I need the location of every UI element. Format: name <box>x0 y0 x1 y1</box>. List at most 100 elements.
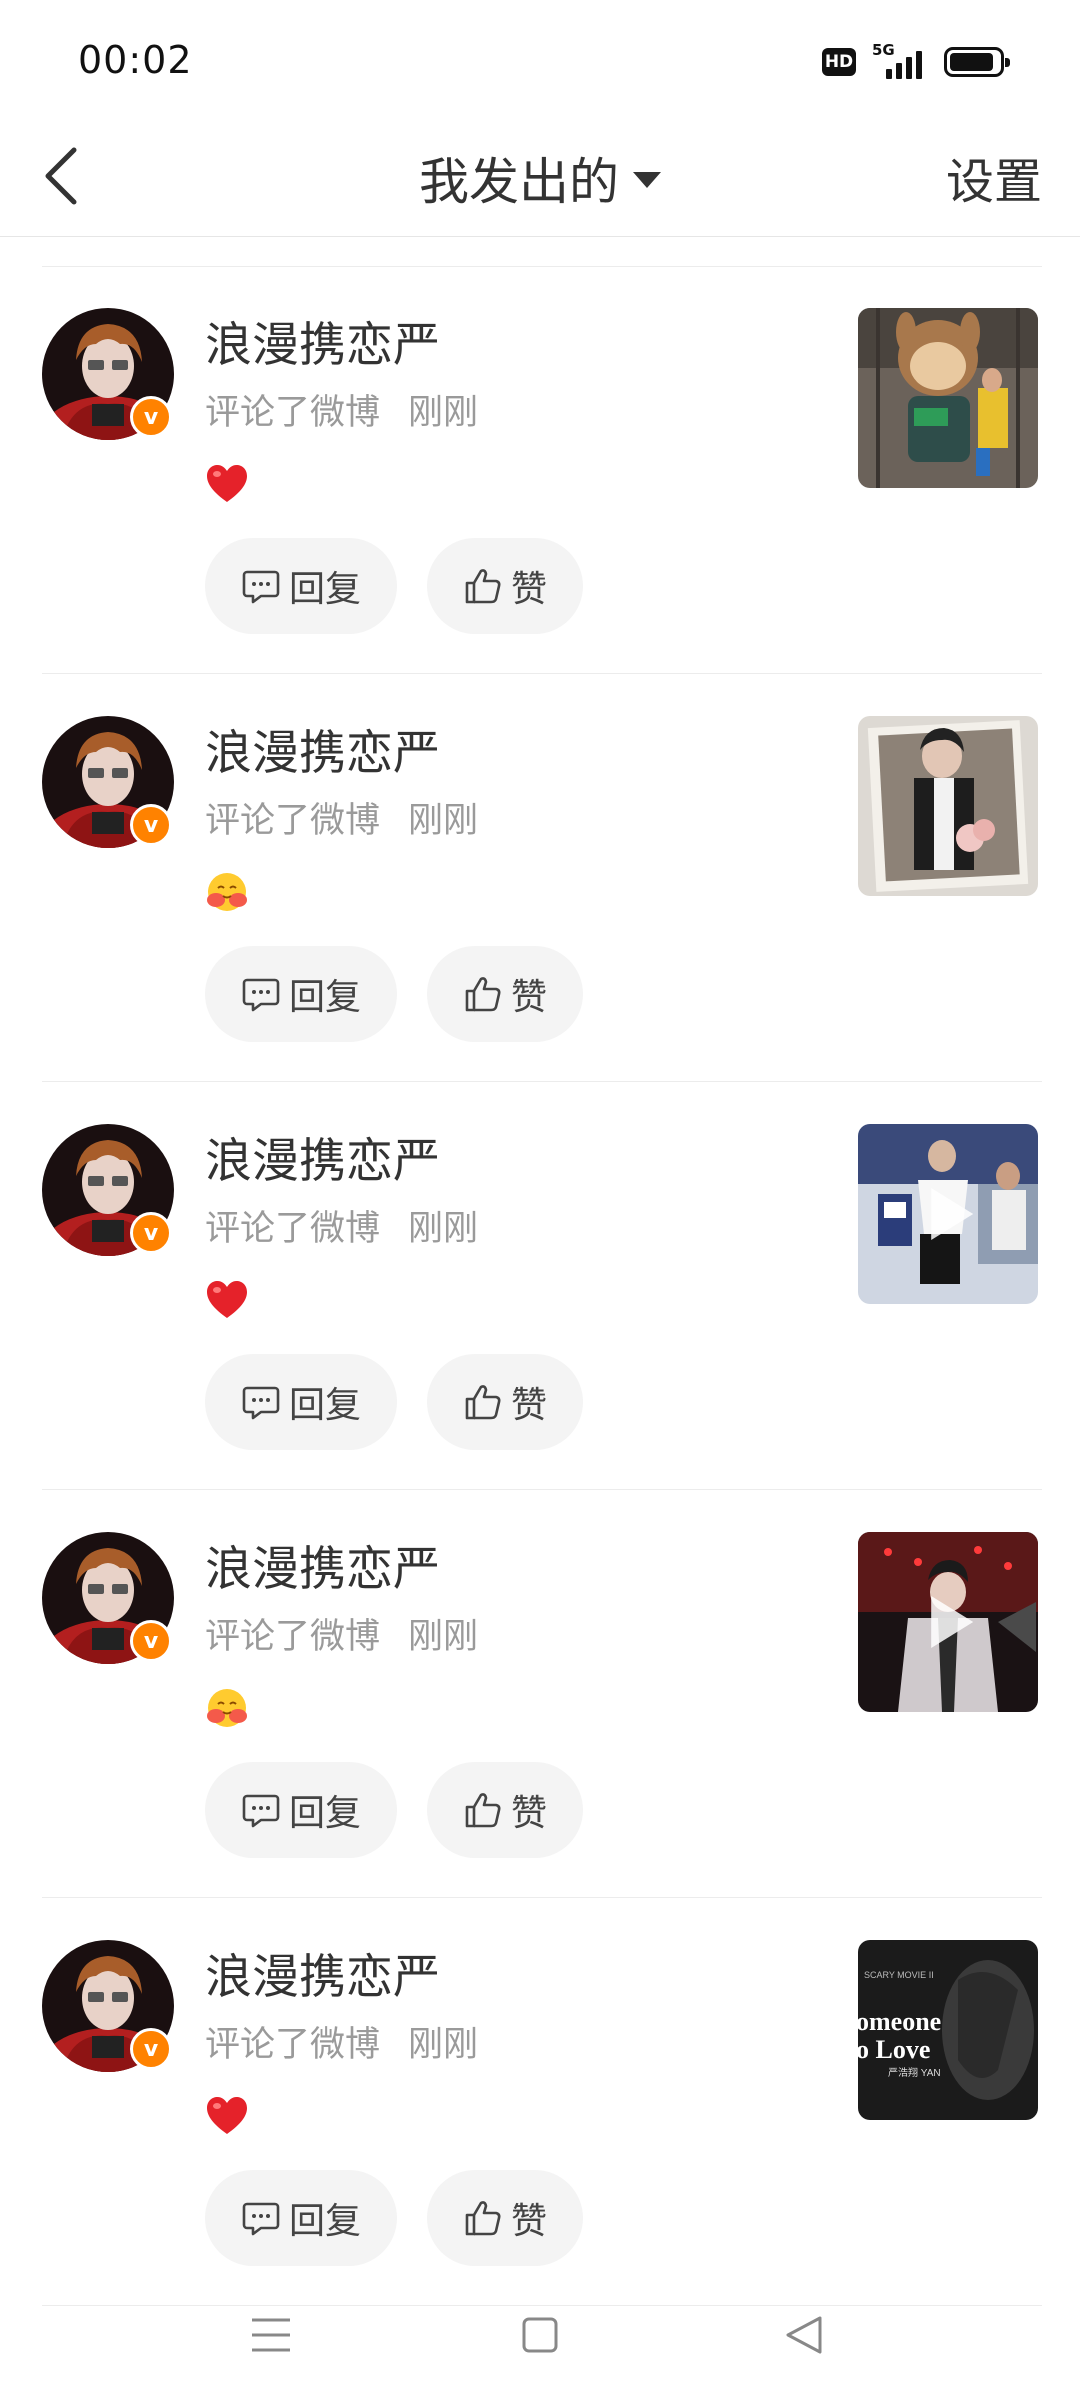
comment-bubble-icon <box>241 1382 281 1422</box>
reply-label: 回复 <box>289 977 362 1018</box>
comment-meta: 评论了微博 刚刚 <box>205 1200 478 1251</box>
username[interactable]: 浪漫携恋严 <box>205 306 440 375</box>
like-label: 赞 <box>510 1385 547 1426</box>
home-square-icon <box>522 2317 558 2353</box>
status-bar: 00:02 HD 5G <box>0 0 1080 120</box>
poster-line1: omeone <box>858 2007 941 2036</box>
like-button[interactable]: 赞 <box>427 2170 583 2266</box>
timestamp: 刚刚 <box>408 1617 479 1657</box>
verified-badge-icon: v <box>130 1620 172 1662</box>
thumbs-up-icon <box>463 2198 503 2238</box>
system-nav-bar <box>0 2270 1080 2400</box>
poster-small-text: SCARY MOVIE II <box>864 1970 934 1980</box>
hug-emoji <box>205 1686 249 1730</box>
avatar-button[interactable]: v <box>42 716 174 848</box>
like-label: 赞 <box>510 1793 547 1834</box>
caret-down-icon <box>633 172 661 188</box>
username[interactable]: 浪漫携恋严 <box>205 1938 440 2007</box>
reply-button[interactable]: 回复 <box>205 2170 397 2266</box>
status-icons: HD 5G <box>822 41 1010 82</box>
menu-nav-button[interactable] <box>246 2310 296 2360</box>
list-item[interactable]: v 浪漫携恋严 评论了微博 刚刚 回复 赞 <box>0 1490 1080 1898</box>
like-button[interactable]: 赞 <box>427 1354 583 1450</box>
action-text: 评论了微博 <box>205 1209 381 1249</box>
reply-label: 回复 <box>289 1385 362 1426</box>
like-label: 赞 <box>510 977 547 1018</box>
comment-bubble-icon <box>241 1790 281 1830</box>
verified-badge-icon: v <box>130 804 172 846</box>
battery-icon <box>944 47 1010 77</box>
like-label: 赞 <box>510 2201 547 2242</box>
back-nav-button[interactable] <box>780 2310 830 2360</box>
action-row: 回复 赞 <box>205 1762 583 1858</box>
action-row: 回复 赞 <box>205 2170 583 2266</box>
comment-meta: 评论了微博 刚刚 <box>205 384 478 435</box>
reply-button[interactable]: 回复 <box>205 538 397 634</box>
list-item[interactable]: v 浪漫携恋严 评论了微博 刚刚 回复 赞 <box>0 266 1080 674</box>
comment-bubble-icon <box>241 974 281 1014</box>
menu-icon <box>252 2318 290 2352</box>
avatar-button[interactable]: v <box>42 1940 174 2072</box>
username[interactable]: 浪漫携恋严 <box>205 1122 440 1191</box>
play-icon <box>931 1596 974 1648</box>
heart-emoji <box>205 1278 249 1322</box>
verified-badge-icon: v <box>130 396 172 438</box>
thumbs-up-icon <box>463 1382 503 1422</box>
hd-icon: HD <box>822 48 856 76</box>
poster-credit: 严浩翔 YAN <box>888 2066 941 2079</box>
reply-label: 回复 <box>289 1793 362 1834</box>
post-thumbnail[interactable] <box>858 1124 1038 1304</box>
action-text: 评论了微博 <box>205 801 381 841</box>
avatar-button[interactable]: v <box>42 308 174 440</box>
username[interactable]: 浪漫携恋严 <box>205 714 440 783</box>
home-nav-button[interactable] <box>515 2310 565 2360</box>
like-label: 赞 <box>510 569 547 610</box>
avatar-button[interactable]: v <box>42 1532 174 1664</box>
reply-button[interactable]: 回复 <box>205 1354 397 1450</box>
comment-bubble-icon <box>241 2198 281 2238</box>
thumbs-up-icon <box>463 974 503 1014</box>
battery-fill <box>950 53 993 71</box>
action-row: 回复 赞 <box>205 1354 583 1450</box>
nav-header: 我发出的 设置 <box>0 120 1080 237</box>
like-button[interactable]: 赞 <box>427 946 583 1042</box>
signal-icon: 5G <box>870 41 930 79</box>
action-row: 回复 赞 <box>205 946 583 1042</box>
timestamp: 刚刚 <box>408 2025 479 2065</box>
comment-meta: 评论了微博 刚刚 <box>205 2016 478 2067</box>
thumbs-up-icon <box>463 1790 503 1830</box>
avatar-button[interactable]: v <box>42 1124 174 1256</box>
like-button[interactable]: 赞 <box>427 538 583 634</box>
reply-button[interactable]: 回复 <box>205 1762 397 1858</box>
verified-badge-icon: v <box>130 2028 172 2070</box>
heart-emoji <box>205 462 249 506</box>
post-thumbnail[interactable] <box>858 716 1038 896</box>
timestamp: 刚刚 <box>408 801 479 841</box>
list-item[interactable]: v 浪漫携恋严 评论了微博 刚刚 回复 赞 <box>0 1082 1080 1490</box>
comment-meta: 评论了微博 刚刚 <box>205 792 478 843</box>
play-icon <box>931 1188 974 1240</box>
poster-line2: o Love <box>858 2035 930 2064</box>
timestamp: 刚刚 <box>408 393 479 433</box>
post-thumbnail[interactable] <box>858 308 1038 488</box>
thumbs-up-icon <box>463 566 503 606</box>
page-title: 我发出的 <box>419 153 619 211</box>
username[interactable]: 浪漫携恋严 <box>205 1530 440 1599</box>
action-text: 评论了微博 <box>205 393 381 433</box>
post-thumbnail[interactable] <box>858 1532 1038 1712</box>
timestamp: 刚刚 <box>408 1209 479 1249</box>
list-item[interactable]: v 浪漫携恋严 评论了微博 刚刚 回复 赞 SCARY MOVIE II ome… <box>0 1898 1080 2306</box>
like-button[interactable]: 赞 <box>427 1762 583 1858</box>
reply-button[interactable]: 回复 <box>205 946 397 1042</box>
settings-button[interactable]: 设置 <box>946 142 1042 212</box>
verified-badge-icon: v <box>130 1212 172 1254</box>
action-text: 评论了微博 <box>205 1617 381 1657</box>
post-thumbnail[interactable]: SCARY MOVIE II omeone o Love 严浩翔 YAN <box>858 1940 1038 2120</box>
comment-meta: 评论了微博 刚刚 <box>205 1608 478 1659</box>
action-text: 评论了微博 <box>205 2025 381 2065</box>
reply-label: 回复 <box>289 569 362 610</box>
title-dropdown[interactable]: 我发出的 <box>0 142 1080 214</box>
heart-emoji <box>205 2094 249 2138</box>
comment-bubble-icon <box>241 566 281 606</box>
list-item[interactable]: v 浪漫携恋严 评论了微博 刚刚 回复 赞 <box>0 674 1080 1082</box>
